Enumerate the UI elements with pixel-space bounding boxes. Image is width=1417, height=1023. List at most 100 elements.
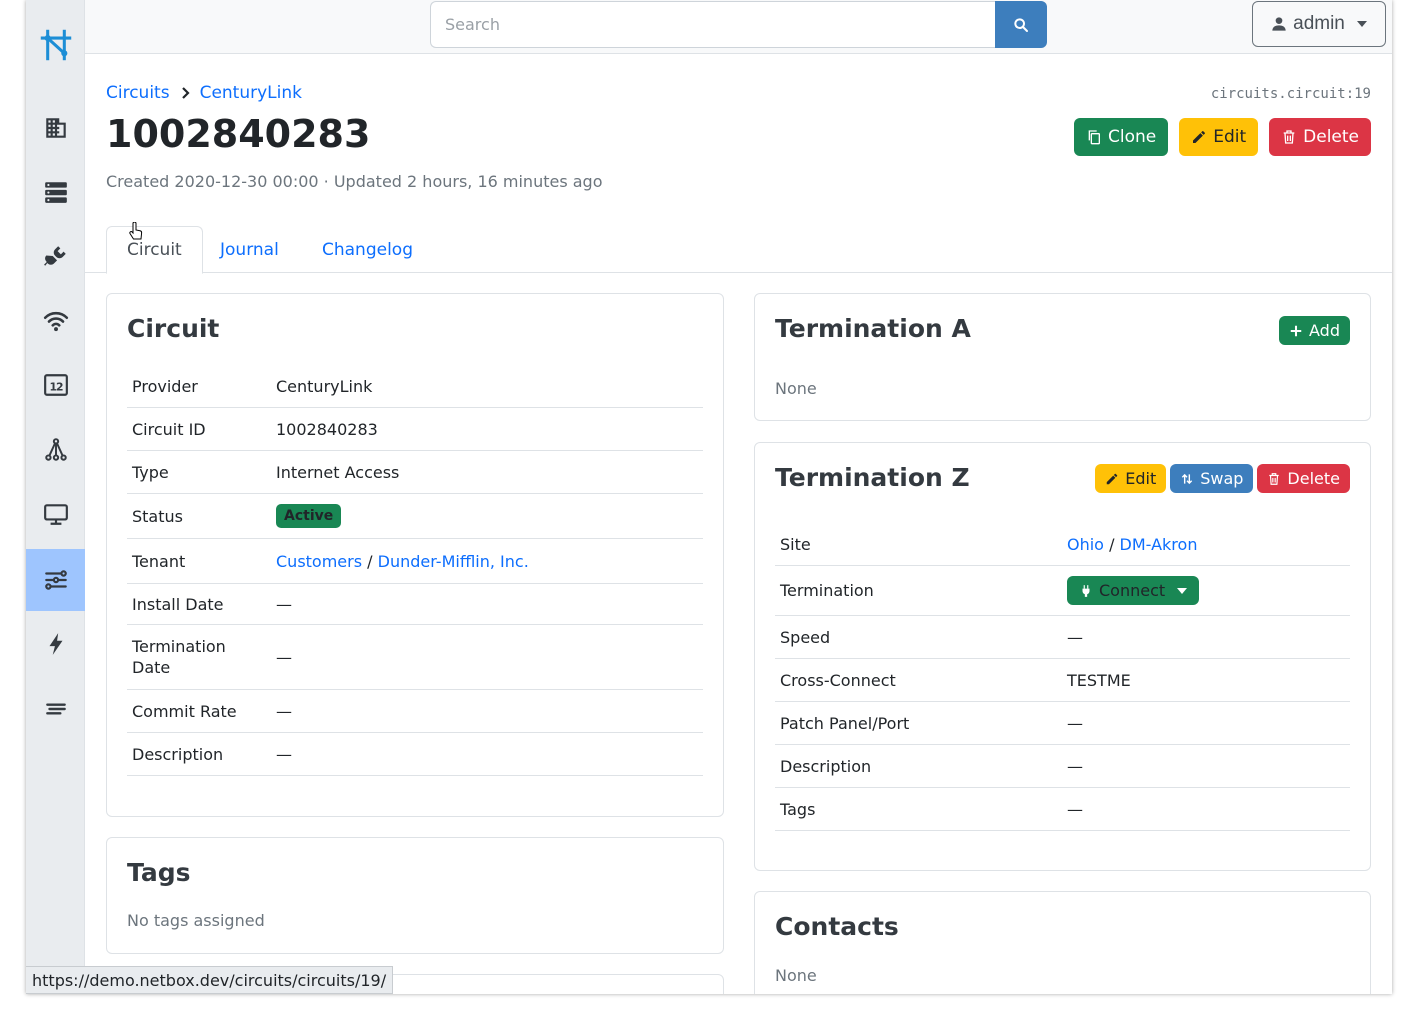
- wireless-icon[interactable]: [26, 290, 85, 352]
- termination-a-empty-text: None: [775, 379, 817, 398]
- object-identifier: circuits.circuit:19: [1210, 86, 1371, 102]
- card-title: Termination A: [775, 314, 971, 343]
- search-input[interactable]: [430, 1, 996, 48]
- ipam-icon[interactable]: 12: [26, 354, 85, 416]
- svg-text:2: 2: [56, 380, 64, 393]
- trash-icon: [1283, 130, 1295, 144]
- breadcrumb: Circuits CenturyLink: [106, 83, 302, 103]
- pencil-icon: [1106, 473, 1118, 484]
- tab-changelog[interactable]: Changelog: [302, 226, 433, 273]
- attr-label-line: Termination: [132, 637, 226, 656]
- attr-label: Install Date: [132, 594, 224, 614]
- card-title: Tags: [127, 858, 191, 887]
- object-tabs: Circuit Journal Changelog: [85, 226, 1392, 274]
- attr-row-tags: Tags —: [775, 788, 1350, 831]
- power-icon[interactable]: [26, 613, 85, 675]
- virtualization-icon[interactable]: [26, 483, 85, 545]
- attr-label: Description: [780, 756, 872, 776]
- tenant-link[interactable]: Dunder-Mifflin, Inc.: [378, 552, 529, 571]
- attr-label: Patch Panel/Port: [780, 713, 910, 733]
- install-date-value: —: [276, 594, 292, 614]
- clone-label: Clone: [1107, 127, 1157, 147]
- provider-link[interactable]: CenturyLink: [276, 377, 372, 396]
- delete-termination-button[interactable]: Delete: [1257, 464, 1350, 493]
- add-termination-button[interactable]: Add: [1279, 316, 1350, 345]
- sidebar: 12: [26, 0, 85, 994]
- attr-label: Speed: [780, 627, 831, 647]
- site-value: Ohio / DM-Akron: [1067, 535, 1197, 554]
- description-value: —: [276, 744, 292, 764]
- region-link[interactable]: Ohio: [1067, 535, 1104, 554]
- site-link[interactable]: DM-Akron: [1120, 535, 1198, 554]
- chevron-down-icon: [1356, 21, 1367, 27]
- site-separator: /: [1109, 534, 1115, 554]
- attr-row-termination-date: Termination Date —: [127, 625, 703, 690]
- plug-icon: [1082, 584, 1090, 597]
- tab-circuit[interactable]: Circuit: [106, 226, 203, 274]
- other-icon[interactable]: [26, 678, 85, 740]
- tags-empty-text: No tags assigned: [127, 911, 265, 930]
- circuit-id-value: 1002840283: [276, 419, 378, 439]
- search-button[interactable]: [995, 1, 1047, 48]
- termination-tags-value: —: [1067, 799, 1083, 819]
- circuit-card: Circuit Provider CenturyLink Circuit ID …: [106, 293, 724, 817]
- attr-row-type: Type Internet Access: [127, 451, 703, 494]
- commit-rate-value: —: [276, 701, 292, 721]
- edit-termination-button[interactable]: Edit: [1095, 464, 1167, 493]
- attr-label: Tenant: [132, 551, 186, 571]
- circuits-icon[interactable]: [26, 549, 85, 611]
- plus-icon: [1290, 325, 1302, 336]
- attr-row-patch-panel: Patch Panel/Port —: [775, 702, 1350, 745]
- connections-icon[interactable]: [26, 225, 85, 287]
- patch-panel-value: —: [1067, 713, 1083, 733]
- tenant-group-link[interactable]: Customers: [276, 552, 362, 571]
- pencil-icon: [1193, 131, 1206, 143]
- user-menu-button[interactable]: admin: [1252, 1, 1386, 47]
- top-navbar: admin: [85, 0, 1392, 54]
- attr-row-cross-connect: Cross-Connect TESTME: [775, 659, 1350, 702]
- attr-label: Termination Date: [132, 636, 226, 678]
- page-title: 1002840283: [106, 112, 371, 156]
- attr-label: Status: [132, 506, 183, 526]
- delete-label: Delete: [1287, 469, 1340, 488]
- overlay-icon[interactable]: [26, 419, 85, 481]
- netbox-logo-icon[interactable]: [26, 14, 85, 76]
- connect-dropdown-button[interactable]: Connect: [1067, 576, 1200, 605]
- tab-journal[interactable]: Journal: [200, 226, 299, 273]
- status-badge: Active: [276, 504, 342, 528]
- attr-row-description: Description —: [127, 733, 703, 776]
- delete-button[interactable]: Delete: [1269, 118, 1371, 156]
- trash-icon: [1269, 472, 1280, 485]
- attr-row-provider: Provider CenturyLink: [127, 365, 703, 408]
- user-icon: [1272, 17, 1286, 31]
- chevron-down-icon: [1177, 587, 1188, 594]
- connect-label: Connect: [1099, 581, 1166, 600]
- termination-date-value: —: [276, 647, 292, 667]
- attr-label-line: Date: [132, 658, 171, 677]
- attr-label: Circuit ID: [132, 419, 206, 439]
- attr-label: Tags: [780, 799, 816, 819]
- termination-description-value: —: [1067, 756, 1083, 776]
- attr-label: Site: [780, 534, 811, 554]
- attr-row-tenant: Tenant Customers / Dunder-Mifflin, Inc.: [127, 539, 703, 584]
- attr-row-site: Site Ohio / DM-Akron: [775, 523, 1350, 566]
- attr-row-termination: Termination Connect: [775, 566, 1350, 616]
- copy-icon: [1088, 130, 1100, 145]
- termination-z-card: Termination Z Edit Swap Delete Site Ohio…: [754, 442, 1371, 871]
- breadcrumb-circuits-link[interactable]: Circuits: [106, 83, 170, 103]
- termination-a-actions: Add: [1279, 316, 1350, 345]
- swap-terminations-button[interactable]: Swap: [1170, 464, 1254, 493]
- tenant-separator: /: [367, 551, 373, 571]
- clone-button[interactable]: Clone: [1073, 118, 1169, 156]
- attr-row-description: Description —: [775, 745, 1350, 788]
- attr-label: Description: [132, 744, 224, 764]
- speed-value: —: [1067, 627, 1083, 647]
- edit-button[interactable]: Edit: [1179, 118, 1259, 156]
- type-link[interactable]: Internet Access: [276, 463, 399, 482]
- delete-label: Delete: [1303, 127, 1359, 147]
- attr-row-speed: Speed —: [775, 616, 1350, 659]
- breadcrumb-provider-link[interactable]: CenturyLink: [200, 83, 302, 103]
- organization-icon[interactable]: [26, 97, 85, 159]
- chevron-right-icon: [181, 87, 190, 99]
- devices-icon[interactable]: [26, 161, 85, 223]
